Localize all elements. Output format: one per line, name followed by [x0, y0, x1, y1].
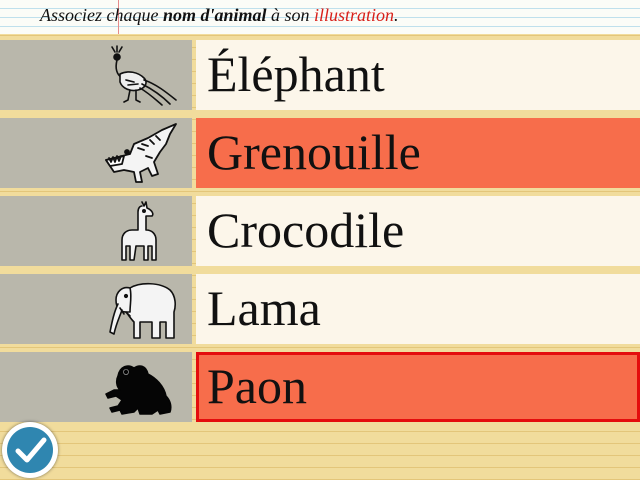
- word-card-3[interactable]: Crocodile: [196, 196, 640, 266]
- llama-icon: [121, 201, 157, 261]
- word-card-5[interactable]: Paon: [196, 352, 640, 422]
- word-card-4[interactable]: Lama: [196, 274, 640, 344]
- instruction-banner: Associez chaque nom d'animal à son illus…: [0, 0, 640, 34]
- word-label-2: Grenouille: [207, 124, 421, 180]
- match-row-4: Lama: [0, 274, 640, 344]
- picture-tile-3[interactable]: [0, 196, 192, 266]
- elephant-icon: [109, 282, 176, 339]
- word-label-1: Éléphant: [207, 46, 385, 102]
- word-label-3: Crocodile: [207, 202, 405, 258]
- picture-tile-4[interactable]: [0, 274, 192, 344]
- instruction-red: illustration: [314, 5, 395, 25]
- check-answer-button[interactable]: [2, 422, 58, 478]
- instruction-part3: .: [394, 5, 399, 25]
- picture-tile-5[interactable]: [0, 352, 192, 422]
- match-row-2: Grenouille: [0, 118, 640, 188]
- instruction-bold: nom d'animal: [162, 5, 267, 25]
- instruction-part1: Associez chaque: [40, 5, 163, 25]
- picture-tile-1[interactable]: [0, 40, 192, 110]
- match-row-1: Éléphant: [0, 40, 640, 110]
- word-label-4: Lama: [207, 280, 321, 336]
- instruction-text: Associez chaque nom d'animal à son illus…: [40, 5, 399, 26]
- picture-tile-2[interactable]: [0, 118, 192, 188]
- frog-icon: [105, 365, 172, 415]
- check-button-face: [7, 427, 53, 473]
- crocodile-icon: [105, 123, 177, 183]
- checkmark-icon: [15, 437, 47, 463]
- word-card-2[interactable]: Grenouille: [196, 118, 640, 188]
- match-row-5: Paon: [0, 352, 640, 422]
- word-card-1[interactable]: Éléphant: [196, 40, 640, 110]
- instruction-part2: à son: [266, 5, 315, 25]
- word-label-5: Paon: [207, 358, 307, 414]
- peacock-icon: [111, 45, 177, 106]
- match-row-3: Crocodile: [0, 196, 640, 266]
